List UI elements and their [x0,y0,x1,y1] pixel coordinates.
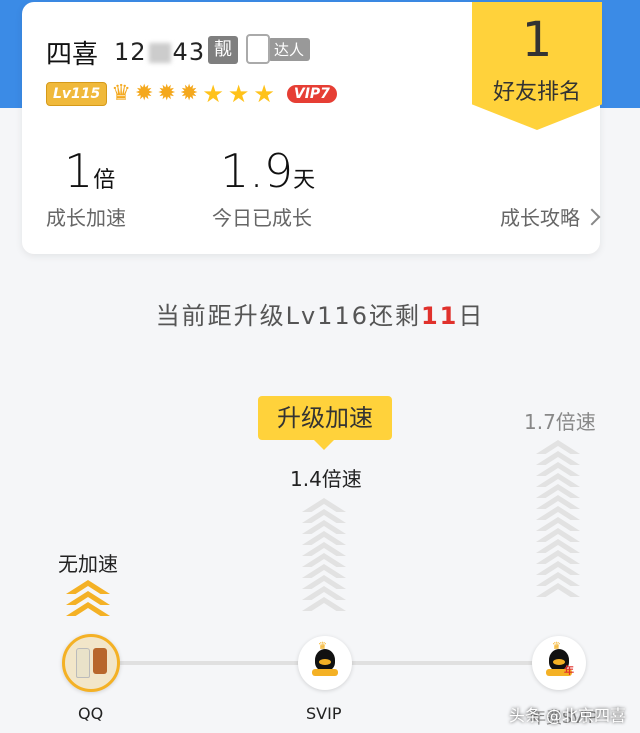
speed-value: 1倍 [64,144,116,198]
annual-svip-multiplier: 1.7倍速 [524,410,596,434]
annual-svip-node[interactable]: ♛ 年 [532,636,586,690]
user-name: 四喜 [46,40,99,70]
today-label: 今日已成长 [212,206,312,230]
qq-speed-chevrons [66,580,110,617]
qq-penguin-icon: ♛ [310,641,340,677]
blur-mask [148,43,171,63]
phone-wing-icon [246,34,270,64]
qq-node[interactable] [62,634,120,692]
svip-node-label: SVIP [306,704,342,723]
sun-icon: ✹ [179,81,199,106]
svip-multiplier: 1.4倍速 [290,467,362,491]
level-remaining-text: 当前距升级Lv116还剩11日 [155,302,485,330]
level-badge: Lv115 [46,82,108,106]
bottles-avatar-icon [75,648,107,678]
vip-badge[interactable]: VIP7 [286,85,337,103]
level-badges[interactable]: Lv115 ♛ ✹ ✹ ✹ ★ ★ ★ VIP7 [46,82,337,106]
qq-number: 12 43 [114,38,206,66]
qq-penguin-icon: ♛ 年 [544,641,574,677]
no-boost-label: 无加速 [58,552,118,576]
profile-card: 四喜 12 43 靓 达人 Lv115 ♛ ✹ ✹ ✹ ★ ★ ★ VIP7 1 … [22,2,602,254]
qq-node-label: QQ [78,704,104,723]
star-icon: ★ [253,80,275,108]
crown-icon: ♛ [111,81,132,106]
chevron-right-icon [583,208,601,225]
growth-guide-link[interactable]: 成长攻略 [500,202,601,231]
upgrade-boost-button[interactable]: 升级加速 [258,396,392,450]
daren-badge[interactable]: 达人 [246,32,311,66]
liang-badge[interactable]: 靓 [208,36,238,64]
star-icon: ★ [227,80,250,108]
star-icon: ★ [202,80,224,108]
annual-svip-speed-chevrons [536,440,580,598]
today-value: 1.9天 [220,144,316,198]
rank-label: 好友排名 [492,80,581,105]
rank-value: 1 [521,12,553,68]
friend-rank-ribbon[interactable]: 1 好友排名 [472,2,602,130]
svip-speed-chevrons [302,498,346,612]
speed-label: 成长加速 [46,206,126,230]
watermark: 头条 @北京四喜 [508,706,626,725]
sun-icon: ✹ [157,81,176,106]
sun-icon: ✹ [135,81,154,106]
svip-node[interactable]: ♛ [298,636,352,690]
